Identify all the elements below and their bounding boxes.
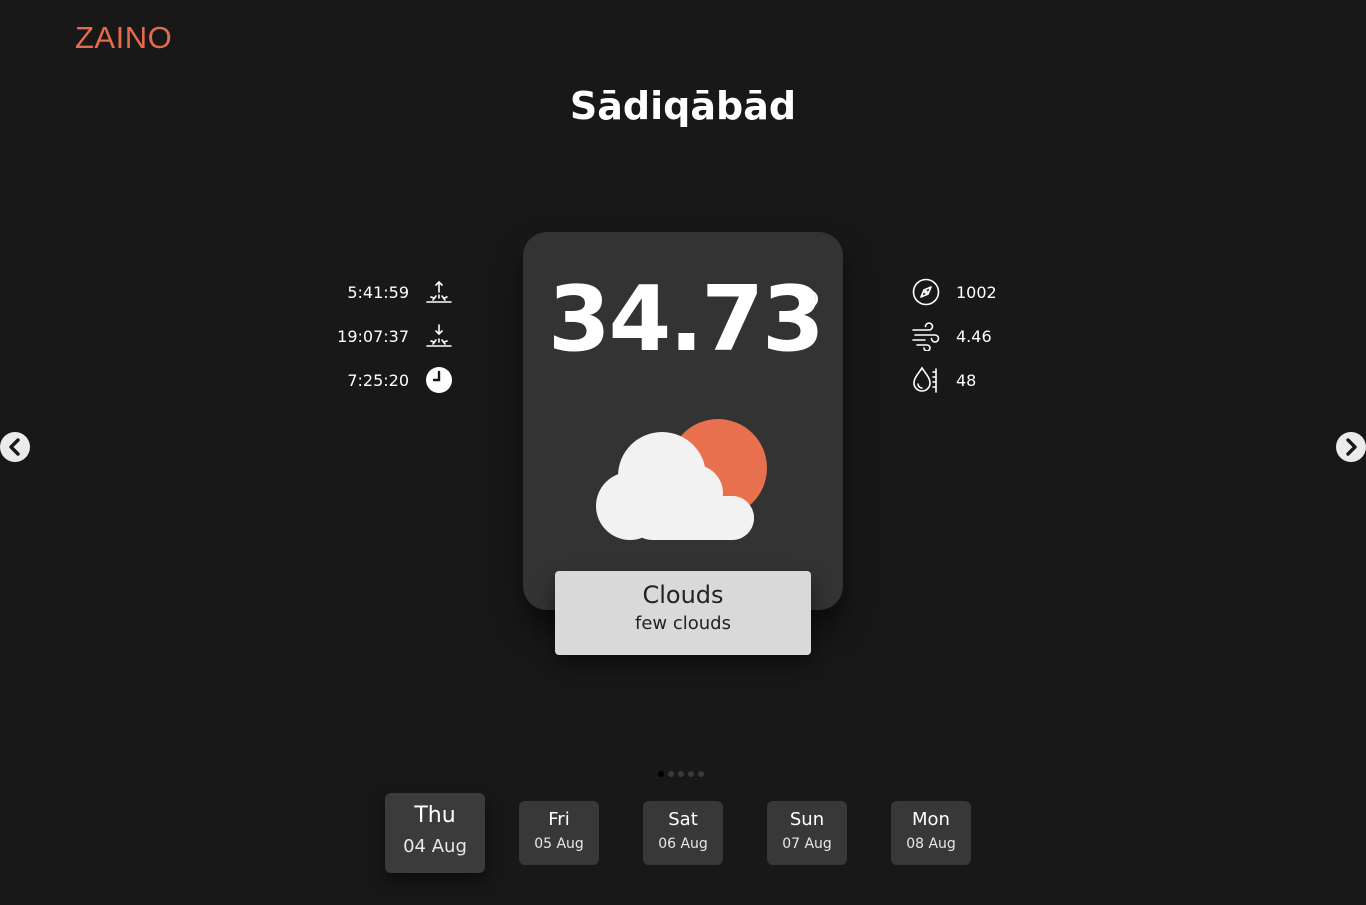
degree-symbol <box>800 290 818 308</box>
daylight-duration: 7:25:20 <box>347 370 409 390</box>
compass-icon <box>910 276 942 308</box>
forecast-day-date: 05 Aug <box>534 836 584 852</box>
clock-icon <box>423 364 455 396</box>
forecast-day-sun[interactable]: Sun 07 Aug <box>767 801 847 865</box>
next-button[interactable] <box>1336 432 1366 462</box>
cloud-sun-icon <box>590 418 772 544</box>
forecast-day-thu[interactable]: Thu 04 Aug <box>385 793 485 873</box>
pressure-row: 1002 <box>910 270 1020 314</box>
weather-description-panel: Clouds few clouds <box>555 571 811 655</box>
pager-dot[interactable] <box>668 771 674 777</box>
chevron-left-icon <box>9 438 20 456</box>
wind-value: 4.46 <box>956 326 992 346</box>
forecast-day-sat[interactable]: Sat 06 Aug <box>643 801 723 865</box>
pager-dots <box>658 771 704 777</box>
forecast-day-mon[interactable]: Mon 08 Aug <box>891 801 971 865</box>
humidity-value: 48 <box>956 370 977 390</box>
pager-dot[interactable] <box>698 771 704 777</box>
sunset-row: 19:07:37 <box>330 314 455 358</box>
wind-row: 4.46 <box>910 314 1020 358</box>
forecast-day-date: 06 Aug <box>658 836 708 852</box>
pager-dot[interactable] <box>658 771 664 777</box>
city-name: Sādiqābād <box>569 84 797 128</box>
sunrise-time: 5:41:59 <box>347 282 409 302</box>
forecast-day-name: Sun <box>789 809 825 830</box>
humidity-icon <box>910 364 942 396</box>
forecast-day-date: 07 Aug <box>782 836 832 852</box>
forecast-day-date: 04 Aug <box>403 836 467 857</box>
previous-button[interactable] <box>0 432 30 462</box>
wind-icon <box>910 320 942 352</box>
forecast-day-name: Sat <box>668 809 698 830</box>
weather-main: Clouds <box>642 581 724 609</box>
temperature: 34.73 <box>548 267 825 372</box>
condition-stats: 1002 4.46 48 <box>910 270 1020 402</box>
pager-dot[interactable] <box>678 771 684 777</box>
sunrise-icon <box>423 276 455 308</box>
forecast-day-fri[interactable]: Fri 05 Aug <box>519 801 599 865</box>
weather-detail: few clouds <box>635 613 731 634</box>
forecast-day-name: Fri <box>548 809 570 830</box>
sun-stats: 5:41:59 19:07:37 7:25:20 <box>330 270 455 402</box>
sunset-time: 19:07:37 <box>337 326 409 346</box>
forecast-day-name: Thu <box>414 803 456 828</box>
chevron-right-icon <box>1346 438 1357 456</box>
pressure-value: 1002 <box>956 282 997 302</box>
pager-dot[interactable] <box>688 771 694 777</box>
app-logo[interactable]: ZAINO <box>75 20 172 56</box>
sunrise-row: 5:41:59 <box>330 270 455 314</box>
forecast-day-date: 08 Aug <box>906 836 956 852</box>
sunset-icon <box>423 320 455 352</box>
daylight-row: 7:25:20 <box>330 358 455 402</box>
humidity-row: 48 <box>910 358 1020 402</box>
forecast-day-name: Mon <box>912 809 950 830</box>
